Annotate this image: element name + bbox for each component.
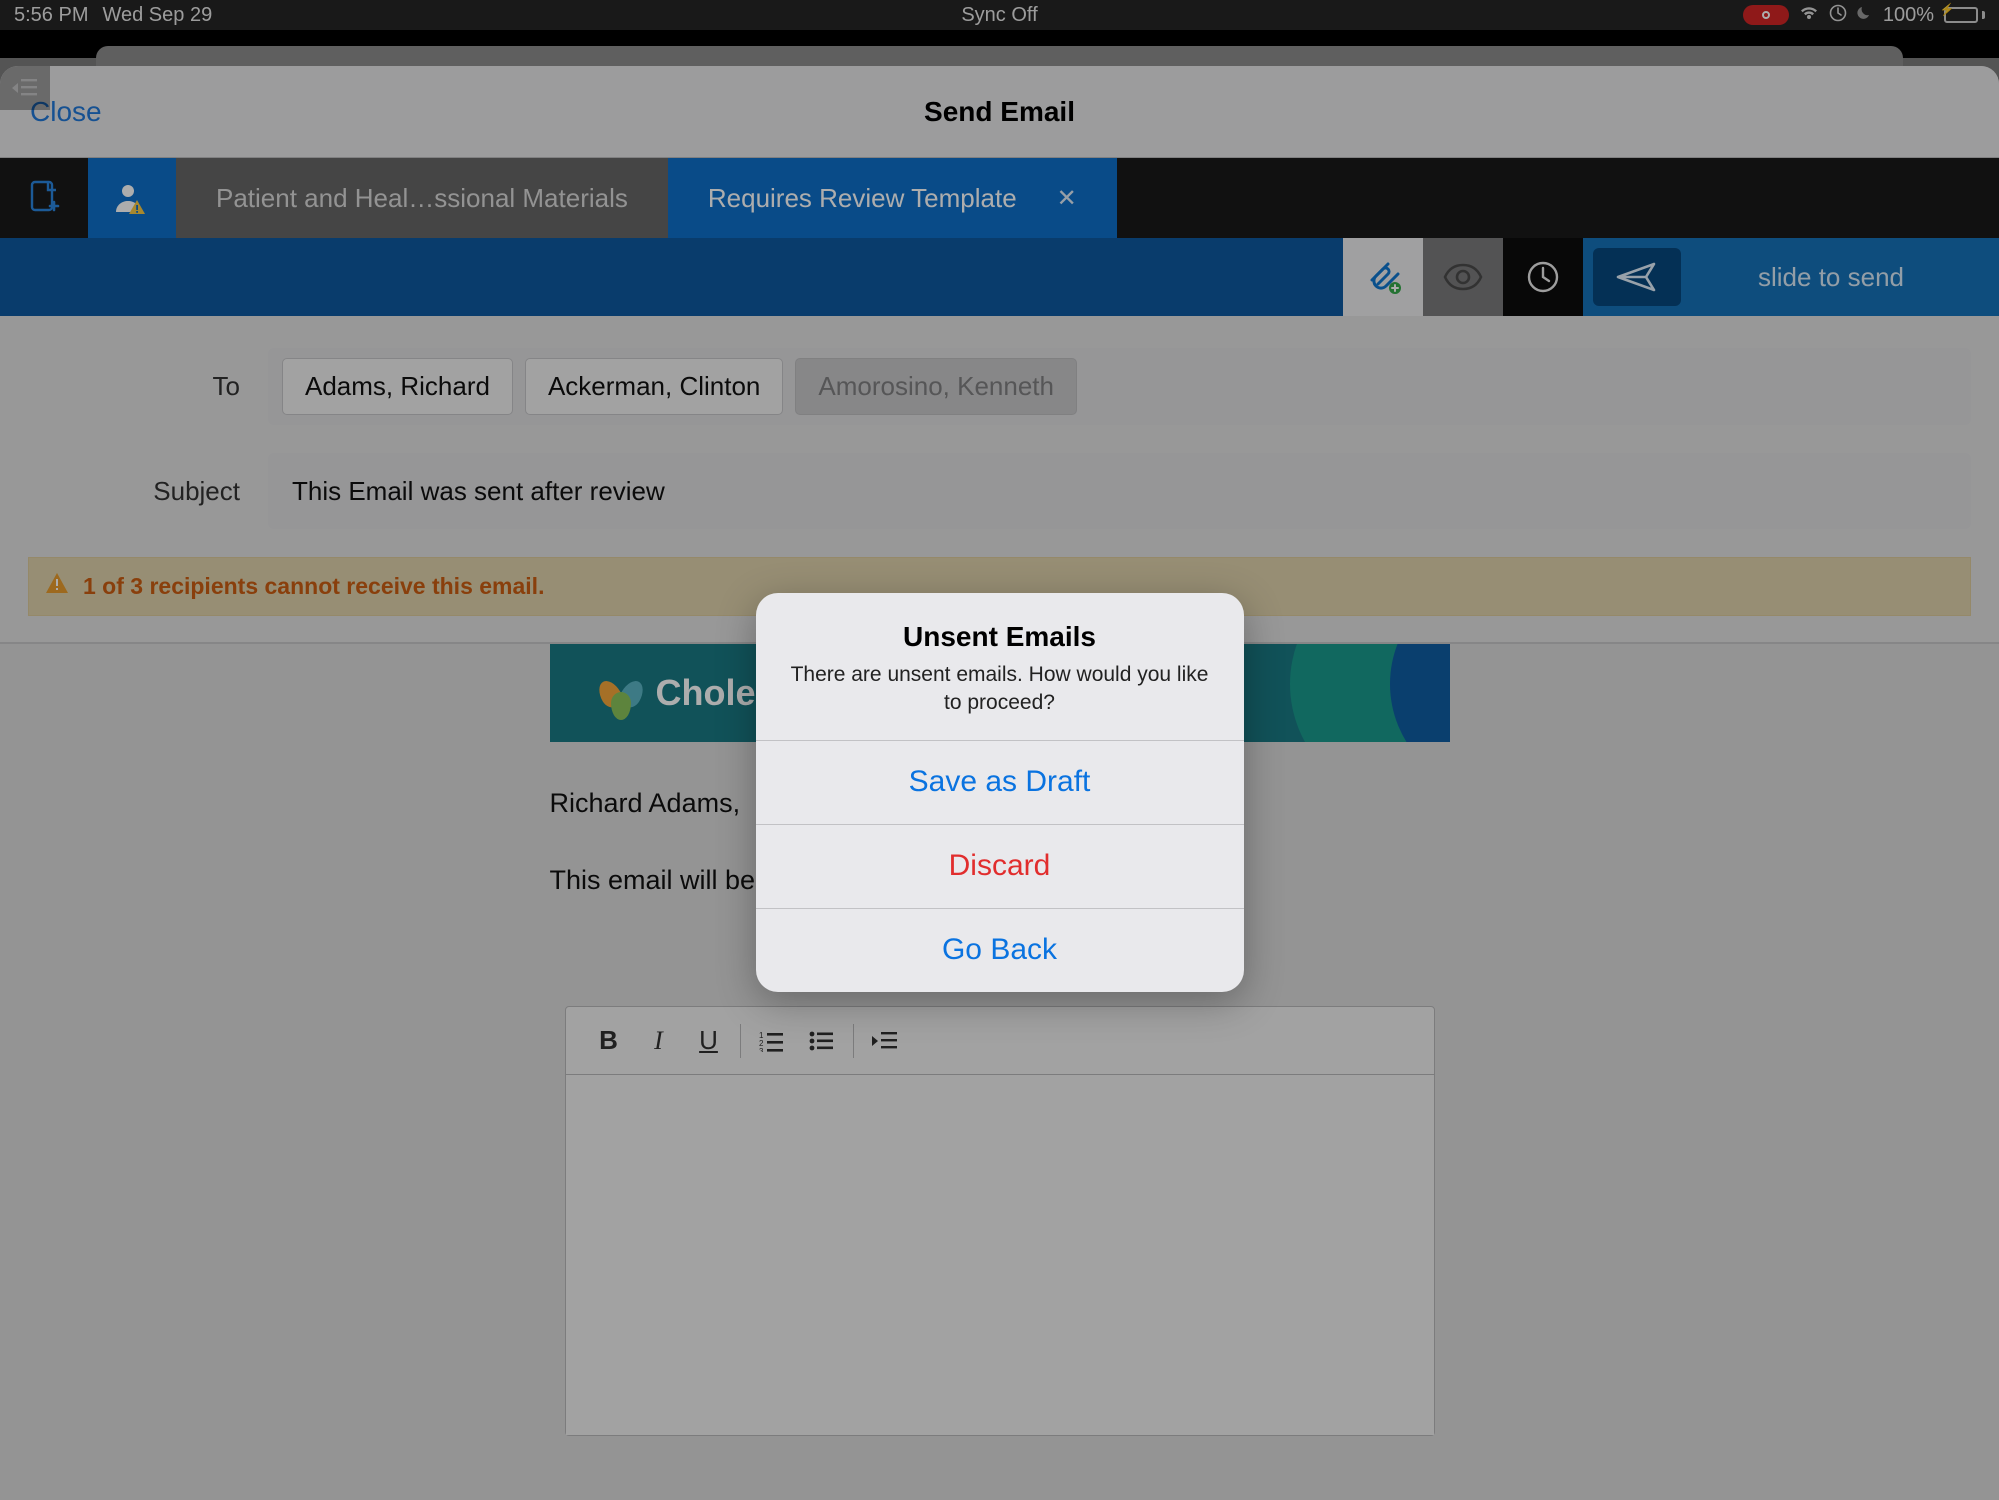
unsent-emails-alert: Unsent Emails There are unsent emails. H… bbox=[756, 593, 1244, 992]
alert-title: Unsent Emails bbox=[786, 621, 1214, 653]
go-back-button[interactable]: Go Back bbox=[756, 908, 1244, 992]
alert-message: There are unsent emails. How would you l… bbox=[786, 661, 1214, 718]
save-as-draft-button[interactable]: Save as Draft bbox=[756, 740, 1244, 824]
discard-button[interactable]: Discard bbox=[756, 824, 1244, 908]
